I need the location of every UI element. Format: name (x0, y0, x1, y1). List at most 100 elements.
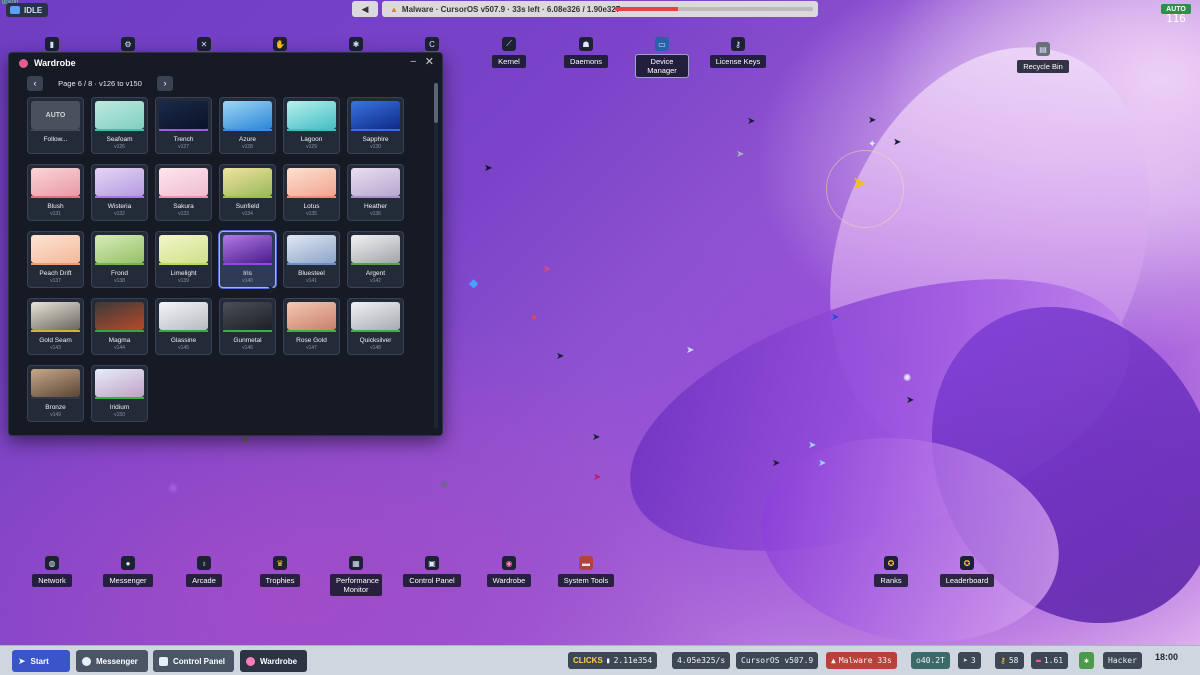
scrollbar[interactable] (434, 83, 438, 428)
theme-tile[interactable]: Wisteria v132 (91, 164, 148, 221)
prev-page-button[interactable]: ‹ (27, 75, 43, 91)
desktop-icon-network[interactable]: ◍ Network (22, 556, 82, 587)
theme-tile[interactable]: Sapphire v130 (347, 97, 404, 154)
cursor-icon[interactable]: ✦ (868, 140, 876, 150)
theme-tile[interactable]: Gunmetal v146 (219, 298, 276, 355)
cursor-icon[interactable]: ✺ (903, 374, 911, 384)
cursor-icon[interactable]: ➤ (893, 138, 901, 148)
puzzle-tray-icon[interactable]: ✱ (1079, 652, 1094, 669)
theme-tile[interactable]: Sakura v133 (155, 164, 212, 221)
taskbar-app-label: Wardrobe (260, 656, 298, 666)
desktop-icon-kernel[interactable]: ⟋ Kernel (479, 37, 539, 68)
start-label: Start (30, 656, 49, 666)
desktop-icon-control-panel[interactable]: ▣ Control Panel (402, 556, 462, 587)
cursor-icon[interactable]: ➤ (831, 313, 839, 323)
desktop-icon-recycle-bin[interactable]: ▤ Recycle Bin (1013, 42, 1073, 73)
desktop-icon-label: Arcade (186, 574, 222, 587)
desktop-icon-license-keys[interactable]: ⚷ License Keys (708, 37, 768, 68)
cursor-icon[interactable]: ➤ (686, 346, 694, 356)
taskbar-app-control-panel[interactable]: Control Panel (153, 650, 234, 672)
stat-pink: ▬ 1.61 (1031, 652, 1069, 669)
theme-tile[interactable]: Seafoam v126 (91, 97, 148, 154)
cursor-icon[interactable]: ◆ (469, 277, 478, 289)
theme-tile[interactable]: Trench v127 (155, 97, 212, 154)
cursor-icon[interactable]: ➤ (772, 459, 780, 469)
cursor-icon[interactable]: ➤ (592, 433, 600, 443)
desktop-icon-leaderboard[interactable]: ✪ Leaderboard (937, 556, 997, 587)
theme-tile[interactable]: Glassine v145 (155, 298, 212, 355)
theme-tile[interactable]: Gold Seam v143 (27, 298, 84, 355)
theme-tile[interactable]: Blush v131 (27, 164, 84, 221)
cursor-icon[interactable]: ➤ (556, 352, 564, 362)
theme-tile[interactable]: AUTO Follow... (27, 97, 84, 154)
cursor-icon[interactable]: ➤ (818, 459, 826, 469)
desktop-icon-trophies[interactable]: ♛ Trophies (250, 556, 310, 587)
theme-name: Gold Seam (39, 337, 72, 344)
theme-accent-bar (95, 263, 144, 265)
back-button[interactable]: ◀ (352, 1, 378, 17)
cursor-icon[interactable]: ◉ (168, 481, 178, 493)
theme-tile[interactable]: Iris v140 (219, 231, 276, 288)
start-button[interactable]: ➤ Start (12, 650, 70, 672)
next-page-button[interactable]: › (157, 75, 173, 91)
desktop-icon-daemons[interactable]: ☗ Daemons (556, 37, 616, 68)
cursor-icon[interactable]: ➤ (906, 396, 914, 406)
desktop-icon-3[interactable]: ✕ (174, 37, 234, 51)
theme-name: Trench (173, 136, 194, 143)
minimize-button[interactable]: – (410, 56, 416, 67)
theme-tile[interactable]: Lotus v135 (283, 164, 340, 221)
scrollbar-thumb[interactable] (434, 83, 438, 123)
theme-tile[interactable]: Limelight v139 (155, 231, 212, 288)
theme-swatch (287, 235, 336, 263)
desktop-icon-4[interactable]: ✋ (250, 37, 310, 51)
cursor-icon[interactable]: ➤ (593, 473, 601, 483)
theme-tile[interactable]: Azure v128 (219, 97, 276, 154)
close-button[interactable]: ✕ (425, 55, 434, 68)
desktop-icon-wardrobe[interactable]: ◉ Wardrobe (479, 556, 539, 587)
desktop-icon-5[interactable]: ✱ (326, 37, 386, 51)
cursor-icon[interactable]: ➤ (747, 117, 755, 127)
theme-swatch (95, 168, 144, 196)
cursor-icon[interactable]: ➤ (868, 116, 876, 126)
cursor-icon[interactable]: ➤ (808, 441, 816, 451)
theme-tile[interactable]: Iridium v150 (91, 365, 148, 422)
taskbar-app-wardrobe[interactable]: Wardrobe (240, 650, 307, 672)
theme-name: Sakura (173, 203, 194, 210)
cursor-icon[interactable]: ● (531, 313, 537, 323)
window-titlebar[interactable]: Wardrobe (9, 53, 442, 73)
desktop-icon-arcade[interactable]: ♁ Arcade (174, 556, 234, 587)
idle-badge[interactable]: IDLE (6, 3, 49, 17)
desktop-icon-1[interactable]: ▮ (22, 37, 82, 51)
desktop-icon-6[interactable]: C (402, 37, 462, 51)
theme-tile[interactable]: Rose Gold v147 (283, 298, 340, 355)
cursor-icon[interactable]: ✥ (241, 436, 249, 446)
theme-tile[interactable]: Peach Drift v137 (27, 231, 84, 288)
desktop-icon-ranks[interactable]: ✪ Ranks (861, 556, 921, 587)
desktop-icon-label: Network (32, 574, 72, 587)
taskbar-app-messenger[interactable]: Messenger (76, 650, 148, 672)
theme-tile[interactable]: Bronze v149 (27, 365, 84, 422)
theme-tile[interactable]: Heather v136 (347, 164, 404, 221)
theme-name: Seafoam (106, 136, 133, 143)
cursor-icon[interactable]: ➤ (543, 265, 551, 275)
cursor-icon[interactable]: ✥ (440, 481, 448, 491)
theme-tile[interactable]: Quicksilver v148 (347, 298, 404, 355)
rank-badge: Hacker (1103, 652, 1142, 669)
malware-timer[interactable]: ▲ Malware 33s (826, 652, 897, 669)
desktop-icon-performance-monitor[interactable]: ▦ Performance Monitor (326, 556, 386, 596)
theme-tile[interactable]: Lagoon v129 (283, 97, 340, 154)
theme-tile[interactable]: Magma v144 (91, 298, 148, 355)
desktop-icon-messenger[interactable]: ● Messenger (98, 556, 158, 587)
cursor-icon[interactable]: ➤ (736, 150, 744, 160)
theme-tile[interactable]: Sunfield v134 (219, 164, 276, 221)
theme-version: v138 (114, 278, 125, 284)
theme-name: Argent (365, 270, 386, 277)
theme-tile[interactable]: Argent v142 (347, 231, 404, 288)
desktop-icon-device-manager[interactable]: ▭ Device Manager (632, 37, 692, 78)
cursor-icon[interactable]: ➤ (484, 164, 492, 174)
desktop-icon-2[interactable]: ⚙ (98, 37, 158, 51)
theme-tile[interactable]: Bluesteel v141 (283, 231, 340, 288)
wardrobe-window[interactable]: Wardrobe – ✕ ‹ Page 6 / 8 · v126 to v150… (8, 52, 443, 436)
theme-tile[interactable]: Frond v138 (91, 231, 148, 288)
desktop-icon-system-tools[interactable]: ▬ System Tools (556, 556, 616, 587)
